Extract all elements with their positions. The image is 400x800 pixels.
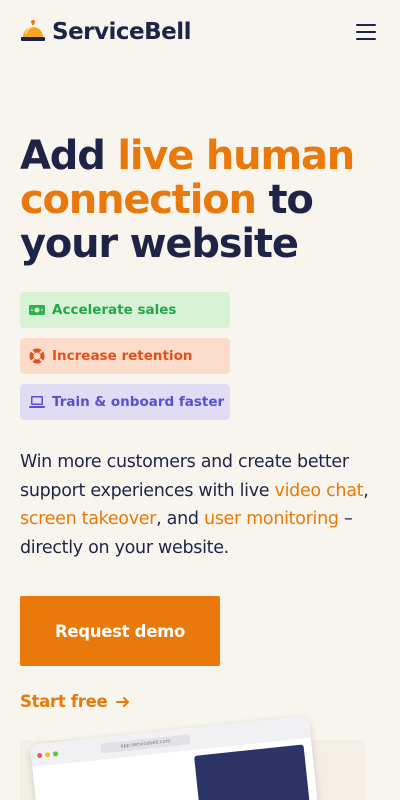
page: ServiceBell Add live human connection to…: [0, 0, 400, 800]
request-demo-button[interactable]: Request demo: [20, 596, 220, 666]
video-chat-link[interactable]: video chat: [275, 481, 364, 501]
brand-logo[interactable]: ServiceBell: [20, 19, 192, 45]
feature-label: Increase retention: [52, 348, 193, 364]
hero-description: Win more customers and create better sup…: [20, 452, 369, 559]
lifebuoy-icon: [29, 348, 45, 364]
feature-pill-onboarding: Train & onboard faster: [20, 384, 230, 420]
browser-preview: app.servicebell.com: [30, 715, 318, 800]
user-monitoring-link[interactable]: user monitoring: [204, 509, 339, 529]
start-free-label: Start free: [20, 692, 108, 711]
arrow-right-icon: [116, 696, 130, 707]
feature-pill-retention: Increase retention: [20, 338, 230, 374]
site-header: ServiceBell: [0, 0, 400, 64]
close-dot-icon: [36, 752, 43, 758]
feature-list: Accelerate sales Increase retention Trai…: [20, 292, 230, 430]
start-free-link[interactable]: Start free: [20, 692, 131, 711]
feature-pill-sales: Accelerate sales: [20, 292, 230, 328]
laptop-icon: [29, 396, 45, 408]
minimize-dot-icon: [44, 751, 51, 757]
brand-name: ServiceBell: [52, 19, 192, 45]
hero-title: Add live human connection to your websit…: [20, 133, 355, 267]
dashboard-panel: [194, 744, 310, 800]
service-bell-icon: [21, 20, 45, 41]
money-icon: [29, 305, 45, 315]
maximize-dot-icon: [52, 750, 59, 757]
feature-label: Accelerate sales: [52, 302, 177, 318]
hamburger-menu-icon[interactable]: [356, 20, 380, 44]
feature-label: Train & onboard faster: [52, 394, 225, 410]
screen-takeover-link[interactable]: screen takeover: [20, 509, 156, 529]
